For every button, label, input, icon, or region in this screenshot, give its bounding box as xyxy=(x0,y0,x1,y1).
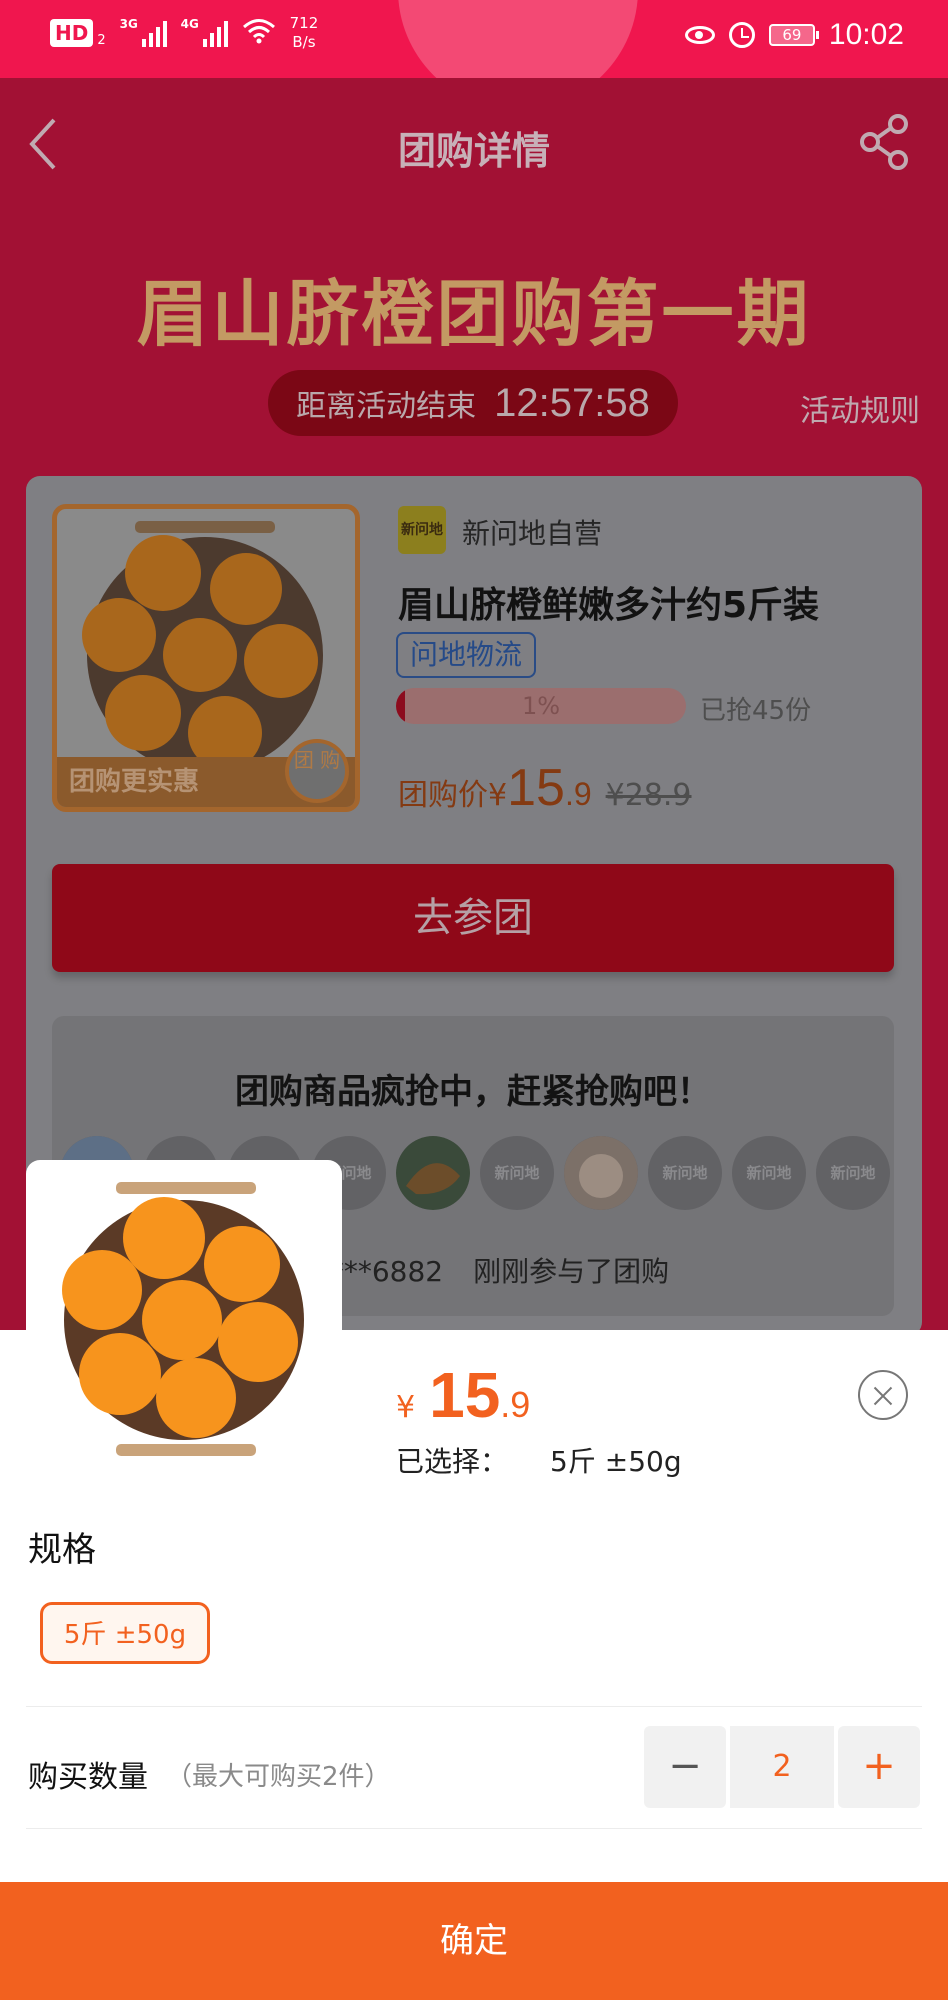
countdown-timer: 距离活动结束 12:57:58 xyxy=(268,370,678,436)
quantity-value[interactable]: 2 xyxy=(730,1726,834,1808)
network-speed: 712 B/s xyxy=(290,14,319,52)
quantity-label: 购买数量 xyxy=(28,1760,148,1795)
divider xyxy=(26,1828,922,1829)
clock: 10:02 xyxy=(828,18,904,51)
signal-4g-icon: 4G xyxy=(180,17,228,47)
sheet-product-image xyxy=(26,1160,342,1476)
quantity-hint: （最大可购买2件） xyxy=(166,1762,391,1792)
sales-progress-label: 1% xyxy=(521,692,561,720)
sold-count: 已抢45份 xyxy=(700,696,812,726)
sheet-price: ¥ 15 .9 xyxy=(396,1358,530,1432)
countdown-label: 距离活动结束 xyxy=(296,389,477,424)
alarm-icon xyxy=(728,22,755,48)
status-bar-left: HD 2 3G 4G 712 B/s xyxy=(50,14,318,52)
selected-spec: 已选择： 5斤 ±50g xyxy=(396,1440,682,1480)
group-price: 团购价¥ 15 .9 ¥28.9 xyxy=(398,758,692,818)
selected-spec-value: 5斤 ±50g xyxy=(550,1445,682,1478)
status-bar-highlight xyxy=(398,0,638,78)
confirm-button[interactable]: 确定 xyxy=(0,1882,948,2000)
share-icon xyxy=(860,114,908,170)
spec-section-label: 规格 xyxy=(28,1530,96,1570)
store-logo: 新问地 xyxy=(398,506,446,554)
campaign-title: 眉山脐橙团购第一期 xyxy=(136,272,812,356)
close-icon[interactable] xyxy=(858,1370,908,1420)
quantity-increase-button[interactable]: + xyxy=(838,1726,920,1808)
sales-progress-bar: 1% xyxy=(396,688,686,724)
network-speed-value: 712 xyxy=(289,14,319,32)
hd-badge: HD xyxy=(50,19,94,47)
avatar: 新问地 xyxy=(480,1136,554,1210)
activity-rules-link[interactable]: 活动规则 xyxy=(800,386,920,430)
avatar: 新问地 xyxy=(732,1136,806,1210)
original-price: ¥28.9 xyxy=(605,778,692,813)
group-price-integer: 15 xyxy=(507,759,565,817)
network-4g-label: 4G xyxy=(180,17,199,31)
status-bar: HD 2 3G 4G 712 B/s 69 10:02 xyxy=(0,0,948,78)
group-price-decimal: .9 xyxy=(564,776,592,812)
battery-icon: 69 xyxy=(768,24,819,46)
nav-bar: 团购详情 xyxy=(0,78,948,208)
divider xyxy=(26,1706,922,1707)
countdown-time: 12:57:58 xyxy=(494,380,650,425)
group-buy-seal: 团 购 xyxy=(285,739,349,803)
status-bar-right: 69 10:02 xyxy=(684,18,904,52)
store-name: 新问地自营 xyxy=(462,517,603,550)
sheet-price-integer: 15 xyxy=(429,1359,501,1431)
sheet-price-decimal: .9 xyxy=(500,1384,531,1425)
orange-basket-image xyxy=(62,1182,304,1456)
avatar xyxy=(564,1136,638,1210)
group-price-label: 团购价¥ xyxy=(398,778,508,813)
feed-action: 刚刚参与了团购 xyxy=(473,1255,670,1288)
logistics-tag: 问地物流 xyxy=(396,632,537,678)
quantity-decrease-button[interactable]: − xyxy=(644,1726,726,1808)
participation-feed: 6****6882 刚刚参与了团购 xyxy=(298,1250,669,1290)
product-thumbnail[interactable]: 团购更实惠 团 购 xyxy=(52,504,360,812)
network-speed-unit: B/s xyxy=(292,33,316,51)
page-title: 团购详情 xyxy=(397,129,550,173)
activity-title: 团购商品疯抢中，赶紧抢购吧！ xyxy=(235,1072,711,1112)
signal-3g-icon: 3G xyxy=(119,17,167,47)
selected-spec-label: 已选择： xyxy=(396,1445,509,1478)
eye-icon xyxy=(684,26,715,44)
product-name[interactable]: 眉山脐橙鲜嫩多汁约5斤装 xyxy=(398,576,819,628)
wifi-icon xyxy=(242,18,276,49)
share-button[interactable] xyxy=(858,112,910,172)
hd-sub-label: 2 xyxy=(97,32,106,48)
join-group-button[interactable]: 去参团 xyxy=(52,864,894,972)
network-3g-label: 3G xyxy=(119,17,138,31)
spec-option-5jin[interactable]: 5斤 ±50g xyxy=(40,1602,210,1664)
sheet-price-currency: ¥ xyxy=(396,1390,416,1425)
avatar: 新问地 xyxy=(816,1136,890,1210)
avatar: 新问地 xyxy=(648,1136,722,1210)
avatar xyxy=(396,1136,470,1210)
